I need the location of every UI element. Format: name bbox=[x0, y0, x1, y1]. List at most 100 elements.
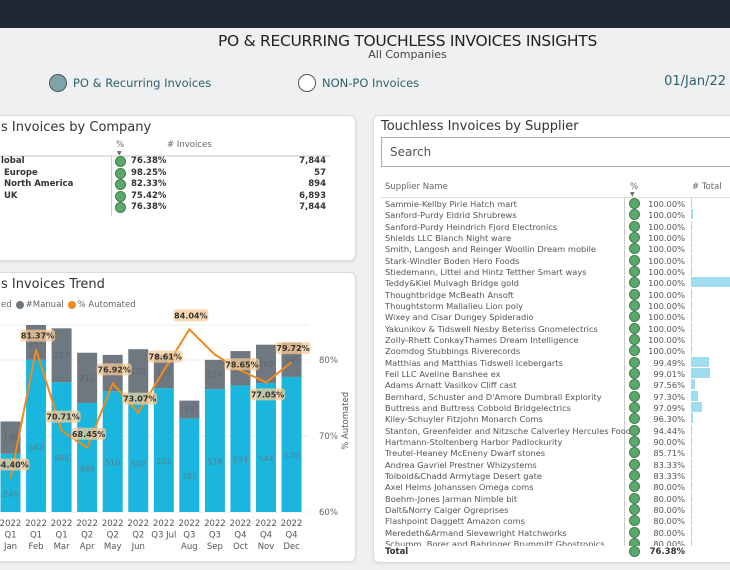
table-row[interactable]: Stanton, Greenfelder and Nitzsche Calver… bbox=[374, 424, 730, 436]
table-row[interactable]: Toiboid&Chadd Armytage Desert gate 83.33% bbox=[374, 469, 730, 481]
x-tick-label: 2022 bbox=[179, 519, 201, 529]
page-subtitle: All Companies bbox=[368, 48, 447, 61]
search-input[interactable]: Search bbox=[381, 137, 730, 167]
total-data-bar bbox=[691, 209, 693, 220]
table-row[interactable]: UK 75.42% 6,893 bbox=[0, 190, 331, 202]
status-good-icon bbox=[629, 492, 640, 504]
total-data-bar bbox=[691, 231, 692, 242]
status-good-icon bbox=[629, 254, 640, 266]
data-label-pct: 77.05% bbox=[251, 390, 284, 399]
data-label-pct: 84.04% bbox=[174, 311, 207, 320]
data-label-pct: 70.71% bbox=[46, 413, 79, 422]
pct-value: 80.00% bbox=[653, 482, 685, 493]
table-row[interactable]: Sanford-Purdy Heindrich Fjord Electronic… bbox=[374, 220, 730, 232]
total-label: Total bbox=[385, 547, 409, 557]
x-tick-label: 2022 bbox=[51, 519, 73, 529]
table-row[interactable]: Wixey and Cisar Dungey Spideradio 100.00% bbox=[374, 311, 730, 323]
status-good-icon bbox=[629, 413, 640, 425]
table-row[interactable]: Adams Arnatt Vasilkov Cliff cast 97.56% bbox=[374, 379, 730, 391]
pct-value: 90.00% bbox=[653, 436, 685, 447]
table-row[interactable]: Stark-Windler Boden Hero Foods 100.00% bbox=[374, 254, 730, 266]
table-row[interactable]: Europe 98.25% 57 bbox=[0, 167, 331, 179]
pct-value: 82.33% bbox=[131, 179, 167, 189]
supplier-name: Feil LLC Aveline Banshee ex bbox=[385, 368, 501, 379]
table-row[interactable]: 76.38% 7,844 bbox=[0, 202, 331, 213]
x-tick-label: 2022 bbox=[102, 519, 124, 529]
table-row[interactable]: Sanford-Purdy Eldrid Shrubrews 100.00% bbox=[374, 209, 730, 221]
filter-po-recurring[interactable]: PO & Recurring Invoices bbox=[49, 74, 211, 92]
supplier-name: Sammie-Kellby Pirie Hatch mart bbox=[385, 199, 517, 209]
table-row[interactable]: lobal 76.38% 7,844 bbox=[0, 156, 331, 167]
supplier-name: Sanford-Purdy Eldrid Shrubrews bbox=[385, 210, 517, 221]
table-row[interactable]: Treutel-Heaney McEneny Dwarf stones 85.71… bbox=[374, 447, 730, 459]
x-tick-label: Q4 bbox=[285, 531, 297, 541]
invoice-count: 7,844 bbox=[299, 202, 326, 212]
x-tick-label: Q1 bbox=[4, 531, 16, 541]
bar-label-automated: 534 bbox=[233, 456, 248, 465]
bar-label-automated: 522 bbox=[156, 457, 171, 466]
table-row[interactable]: Stiedemann, Littel and Hintz Tetther Sma… bbox=[374, 265, 730, 277]
y2-tick-label: 80% bbox=[319, 356, 338, 366]
bar-label-automated: 548 bbox=[54, 454, 69, 463]
invoice-count: 6,893 bbox=[299, 190, 326, 201]
table-row[interactable]: Kiley-Schuyler Fitzjohn Monarch Coms 96.3… bbox=[374, 413, 730, 425]
supplier-name: Thoughtbridge McBeath Ansoft bbox=[385, 289, 514, 300]
filter-label: PO & Recurring Invoices bbox=[73, 76, 212, 90]
table-row[interactable]: Matthias and Matthias Tidswell Icebergar… bbox=[374, 356, 730, 368]
status-good-icon bbox=[629, 526, 640, 538]
supplier-name: Stanton, Greenfelder and Nitzsche Calver… bbox=[385, 425, 636, 436]
status-good-icon bbox=[629, 333, 640, 345]
panel-title: s Invoices by Company bbox=[1, 120, 152, 135]
table-row[interactable]: Smith, Langosh and Reinger Woollin Dream… bbox=[374, 243, 730, 255]
table-row[interactable]: Buttress and Buttress Cobbold Bridgelect… bbox=[374, 401, 730, 413]
table-row[interactable]: Hartmann-Stoltenberg Harbor Padlockurity… bbox=[374, 435, 730, 447]
status-good-icon bbox=[629, 345, 640, 357]
table-row[interactable]: Axel Heims Johanssen Omega coms 80.00% bbox=[374, 481, 730, 493]
total-data-bar bbox=[691, 356, 709, 367]
table-row[interactable]: Bernhard, Schuster and D'Amore Dumbrall … bbox=[374, 390, 730, 402]
table-row[interactable]: Shields LLC Blanch Night ware 100.00% bbox=[374, 231, 730, 243]
supplier-name: Boehm-Jones Jarman Nimble bit bbox=[385, 493, 518, 504]
total-data-bar bbox=[691, 492, 692, 503]
col-header-pct[interactable]: % bbox=[116, 140, 124, 150]
table-row[interactable]: Zolly-Rhett ConkayThames Dream Intellige… bbox=[374, 333, 730, 345]
table-row[interactable]: Andrea Gavriel Prestner Whizystems 83.33% bbox=[374, 458, 730, 470]
table-row[interactable]: Flashpoint Daggett Amazon coms 80.00% bbox=[374, 515, 730, 527]
total-data-bar bbox=[691, 333, 692, 344]
bar-label-automated: 502 bbox=[131, 460, 146, 469]
table-row[interactable]: Boehm-Jones Jarman Nimble bit 80.00% bbox=[374, 492, 730, 504]
total-data-bar bbox=[691, 379, 695, 390]
status-good-icon bbox=[115, 156, 126, 167]
total-data-bar bbox=[691, 265, 693, 276]
col-header-invoices[interactable]: # Invoices bbox=[167, 140, 212, 150]
x-tick-label: Sep bbox=[207, 542, 223, 552]
status-good-icon bbox=[629, 288, 640, 300]
x-tick-label: Aug bbox=[181, 542, 198, 552]
date-display: 01/Jan/22 bbox=[664, 74, 726, 89]
data-label-pct: 78.65% bbox=[225, 360, 258, 369]
col-header-supplier[interactable]: Supplier Name bbox=[385, 182, 448, 192]
supplier-name: Zolly-Rhett ConkayThames Dream Intellige… bbox=[385, 334, 579, 345]
status-good-icon bbox=[115, 190, 126, 202]
x-tick-label: Feb bbox=[29, 542, 44, 552]
pct-value: 76.38% bbox=[131, 202, 167, 212]
total-data-bar bbox=[691, 526, 692, 537]
total-data-bar bbox=[691, 469, 692, 480]
col-header-total[interactable]: # Total bbox=[692, 182, 722, 192]
total-data-bar bbox=[691, 447, 692, 458]
table-row[interactable]: Zoomdog Stubbings Riverecords 100.00% bbox=[374, 345, 730, 357]
table-row[interactable]: Sammie-Kellby Pirie Hatch mart 100.00% bbox=[374, 198, 730, 209]
table-row[interactable]: Yakunikov & Tidswell Nesby Beteriss Gnom… bbox=[374, 322, 730, 334]
table-row[interactable]: Thoughtstorm Mallalieu Lion poly 100.00% bbox=[374, 299, 730, 311]
table-row[interactable]: Thoughtbridge McBeath Ansoft 100.00% bbox=[374, 288, 730, 300]
table-row[interactable]: North America 82.33% 894 bbox=[0, 179, 331, 190]
table-row[interactable]: Dalt&Norry Caiger Ogreprises 80.00% bbox=[374, 503, 730, 515]
supplier-name: Matthias and Matthias Tidswell Icebergar… bbox=[385, 357, 563, 368]
table-row[interactable]: Meredeth&Armand Sievewright Hatchworks 80… bbox=[374, 526, 730, 538]
table-row[interactable]: Feil LLC Aveline Banshee ex 99.01% bbox=[374, 367, 730, 379]
pct-value: 98.25% bbox=[131, 167, 167, 178]
status-good-icon bbox=[629, 390, 640, 402]
filter-non-po[interactable]: NON-PO Invoices bbox=[298, 74, 419, 92]
table-row[interactable]: Teddy&Kiel Mulvagh Bridge gold 100.00% bbox=[374, 277, 730, 289]
data-label-pct: 79.72% bbox=[276, 344, 309, 353]
